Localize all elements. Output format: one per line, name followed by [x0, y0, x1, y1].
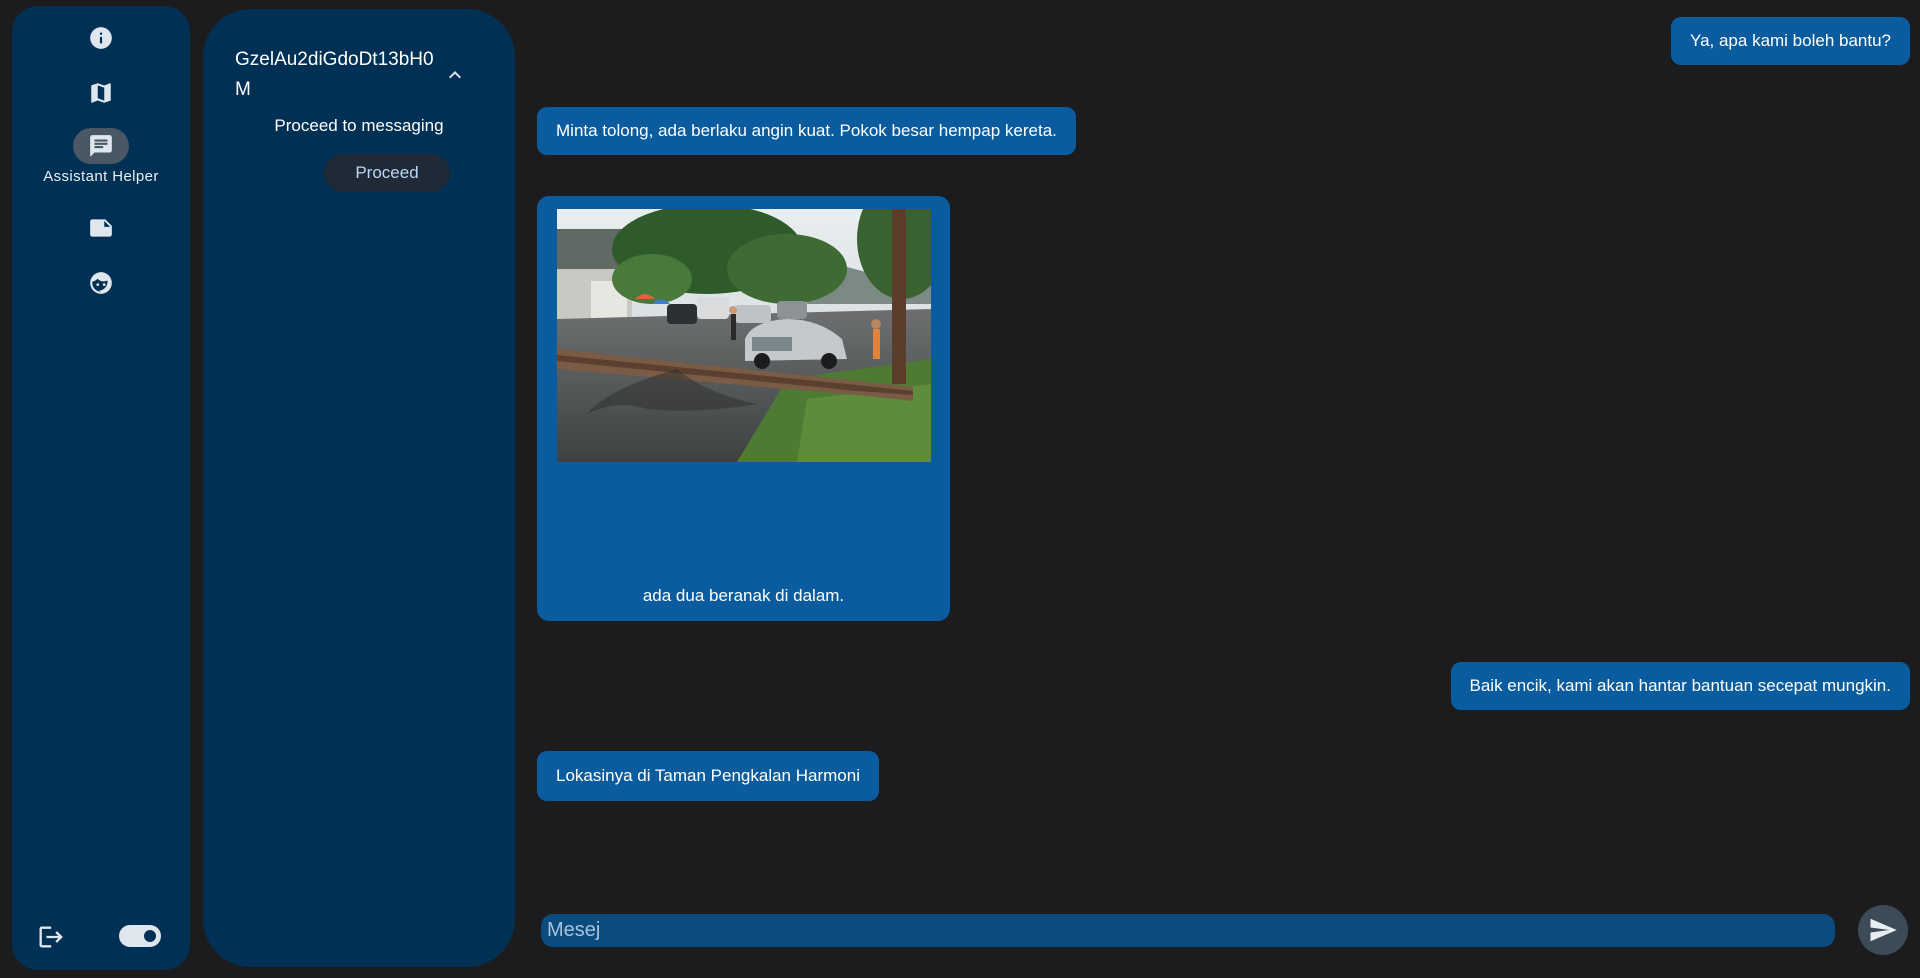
message-text: Ya, apa kami boleh bantu?: [1690, 31, 1891, 50]
message-text: Baik encik, kami akan hantar bantuan sec…: [1469, 676, 1891, 695]
proceed-to-messaging-text: Proceed to messaging: [274, 116, 444, 135]
nav-label-assistant-helper: Assistant Helper: [43, 168, 159, 185]
toggle-knob: [144, 930, 156, 942]
message-bubble-user: Lokasinya di Taman Pengkalan Harmoni: [537, 751, 879, 801]
message-input[interactable]: [541, 914, 1835, 947]
chat-area: Ya, apa kami boleh bantu? Minta tolong, …: [537, 0, 1920, 978]
message-bubble-operator: Baik encik, kami akan hantar bantuan sec…: [1450, 662, 1910, 710]
message-text: Minta tolong, ada berlaku angin kuat. Po…: [556, 121, 1057, 140]
theme-toggle[interactable]: [119, 925, 161, 947]
send-button[interactable]: [1858, 905, 1908, 955]
message-bubble-user: Minta tolong, ada berlaku angin kuat. Po…: [537, 107, 1076, 155]
proceed-button[interactable]: Proceed: [324, 154, 450, 192]
info-icon: [73, 20, 129, 56]
nav-item-assistant-helper[interactable]: Assistant Helper: [12, 128, 190, 185]
message-bubble-operator: Ya, apa kami boleh bantu?: [1671, 17, 1910, 65]
case-panel: GzelAu2diGdoDt13bH0M Proceed to messagin…: [203, 9, 515, 967]
nav-item-profile[interactable]: [12, 265, 190, 301]
case-id-title: GzelAu2diGdoDt13bH0M: [235, 49, 434, 100]
nav-item-map[interactable]: [12, 75, 190, 111]
nav-item-notes[interactable]: [12, 210, 190, 246]
logout-icon[interactable]: [36, 923, 64, 951]
face-icon: [73, 265, 129, 301]
nav-item-info[interactable]: [12, 20, 190, 56]
message-text: Lokasinya di Taman Pengkalan Harmoni: [556, 766, 860, 785]
chat-icon: [73, 128, 129, 164]
message-bubble-image: ada dua beranak di dalam.: [537, 196, 950, 621]
image-caption: ada dua beranak di dalam.: [642, 586, 845, 605]
note-icon: [73, 210, 129, 246]
message-composer: [541, 914, 1835, 947]
send-icon: [1870, 918, 1897, 942]
nav-rail: Assistant Helper: [12, 6, 190, 970]
chevron-up-icon[interactable]: [443, 63, 467, 87]
map-icon: [73, 75, 129, 111]
fallen-tree-photo[interactable]: [557, 209, 931, 462]
